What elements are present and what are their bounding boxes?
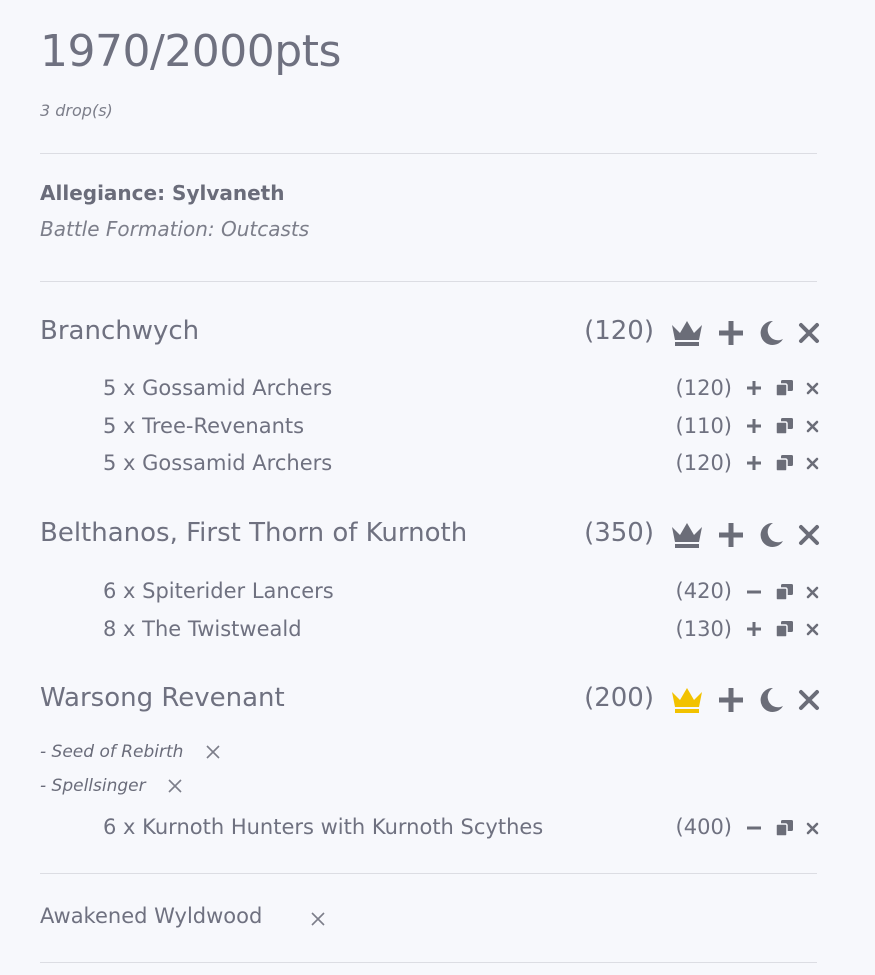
divider xyxy=(40,873,817,874)
divider xyxy=(40,281,817,282)
close-icon[interactable] xyxy=(806,382,819,395)
faction-terrain-label: Awakened Wyldwood xyxy=(40,904,263,928)
unit-points: (110) xyxy=(675,414,732,438)
unit-points: (120) xyxy=(675,451,732,475)
allegiance-label: Allegiance: Sylvaneth xyxy=(40,181,285,205)
remove-enhancement-icon[interactable] xyxy=(206,745,220,759)
add-icon[interactable] xyxy=(747,622,761,636)
unit-points: (130) xyxy=(675,617,732,641)
minus-icon[interactable] xyxy=(747,585,761,599)
regiment-leader-name: Branchwych xyxy=(40,316,200,346)
crown-icon-general[interactable] xyxy=(670,686,704,714)
unit-name: 8 x The Twistweald xyxy=(103,617,302,641)
regiment-points: (200) xyxy=(584,683,654,713)
regiment-leader-name: Warsong Revenant xyxy=(40,683,285,713)
add-icon[interactable] xyxy=(747,381,761,395)
minus-icon[interactable] xyxy=(747,821,761,835)
close-icon[interactable] xyxy=(798,524,820,546)
add-icon[interactable] xyxy=(747,419,761,433)
add-icon[interactable] xyxy=(718,687,744,713)
regiment-points: (120) xyxy=(584,316,654,346)
unit-points: (400) xyxy=(675,815,732,839)
copy-icon[interactable] xyxy=(776,621,793,637)
unit-name: 5 x Gossamid Archers xyxy=(103,376,333,400)
moon-icon[interactable] xyxy=(757,319,785,347)
moon-icon[interactable] xyxy=(757,686,785,714)
divider xyxy=(40,153,817,154)
unit-name: 6 x Spiterider Lancers xyxy=(103,579,334,603)
crown-icon[interactable] xyxy=(670,521,704,549)
remove-enhancement-icon[interactable] xyxy=(168,779,182,793)
close-icon[interactable] xyxy=(806,822,819,835)
crown-icon[interactable] xyxy=(670,319,704,347)
unit-points: (120) xyxy=(675,376,732,400)
enhancement-label: - Spellsinger xyxy=(40,776,146,796)
unit-points: (420) xyxy=(675,579,732,603)
close-icon[interactable] xyxy=(798,322,820,344)
remove-terrain-icon[interactable] xyxy=(311,912,325,926)
drops-count: 3 drop(s) xyxy=(40,101,113,120)
add-icon[interactable] xyxy=(747,456,761,470)
unit-name: 5 x Tree-Revenants xyxy=(103,414,305,438)
regiment-leader-name: Belthanos, First Thorn of Kurnoth xyxy=(40,518,468,548)
copy-icon[interactable] xyxy=(776,455,793,471)
copy-icon[interactable] xyxy=(776,418,793,434)
regiment-points: (350) xyxy=(584,518,654,548)
close-icon[interactable] xyxy=(806,420,819,433)
unit-name: 6 x Kurnoth Hunters with Kurnoth Scythes xyxy=(103,815,544,839)
close-icon[interactable] xyxy=(806,457,819,470)
unit-name: 5 x Gossamid Archers xyxy=(103,451,333,475)
points-total: 1970/2000pts xyxy=(40,26,341,77)
add-icon[interactable] xyxy=(718,320,744,346)
divider xyxy=(40,962,817,963)
add-icon[interactable] xyxy=(718,522,744,548)
close-icon[interactable] xyxy=(806,586,819,599)
close-icon[interactable] xyxy=(806,623,819,636)
copy-icon[interactable] xyxy=(776,380,793,396)
moon-icon[interactable] xyxy=(757,521,785,549)
close-icon[interactable] xyxy=(798,689,820,711)
battle-formation-label: Battle Formation: Outcasts xyxy=(40,217,310,241)
army-list-panel: 1970/2000pts 3 drop(s) Allegiance: Sylva… xyxy=(0,0,875,975)
copy-icon[interactable] xyxy=(776,820,793,836)
copy-icon[interactable] xyxy=(776,584,793,600)
enhancement-label: - Seed of Rebirth xyxy=(40,742,184,762)
